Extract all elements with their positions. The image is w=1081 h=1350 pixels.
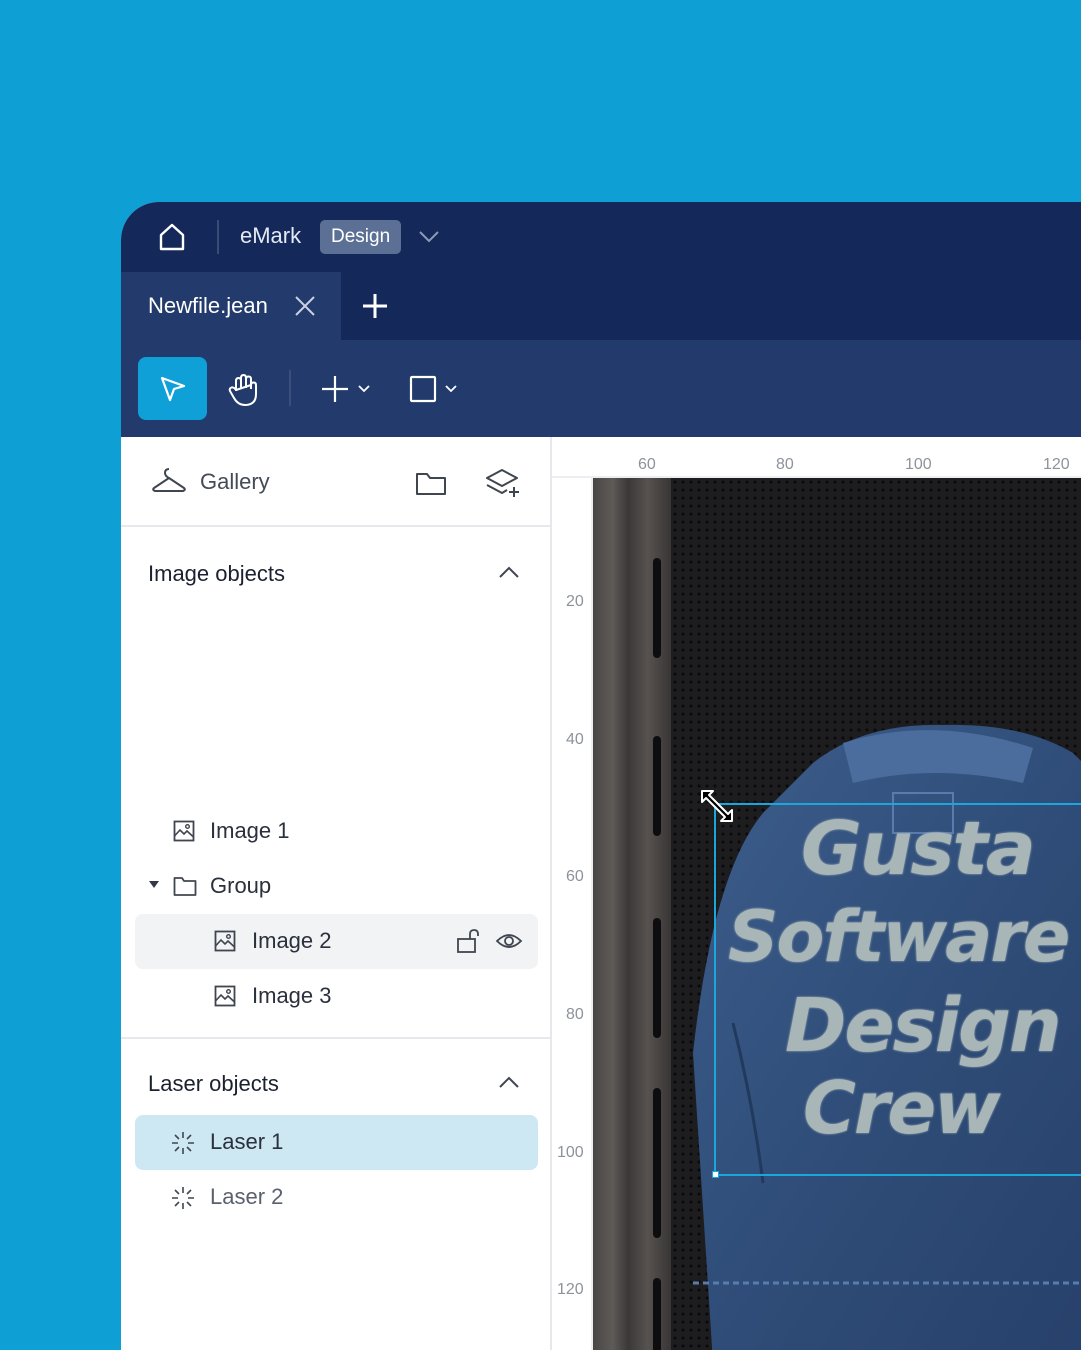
ruler-tick: 40 — [566, 731, 584, 748]
list-item-label: Laser 2 — [210, 1184, 284, 1209]
list-item-group[interactable]: Group — [135, 859, 538, 914]
folder-icon[interactable] — [415, 470, 447, 496]
ruler-tick: 120 — [557, 1281, 584, 1298]
select-tool-button[interactable] — [138, 357, 207, 420]
canvas-area[interactable]: 60 80 100 120 20 40 60 80 100 120 Gusta … — [552, 437, 1081, 1350]
ruler-tick: 80 — [776, 456, 794, 473]
ruler-vertical: 20 40 60 80 100 120 — [552, 478, 593, 1350]
eye-icon[interactable] — [495, 930, 523, 952]
door-slot — [653, 1088, 661, 1238]
ruler-tick: 80 — [566, 1006, 584, 1023]
laser-objects-title: Laser objects — [148, 1071, 279, 1096]
selection-box[interactable] — [712, 803, 1081, 1178]
list-item-laser-2[interactable]: Laser 2 — [135, 1170, 538, 1225]
rectangle-tool-icon[interactable] — [408, 373, 460, 405]
tab-newfile[interactable]: Newfile.jean — [121, 272, 341, 340]
close-icon[interactable] — [293, 294, 317, 318]
unlock-icon[interactable] — [456, 928, 482, 954]
folder-icon — [173, 877, 197, 896]
pointer-icon — [160, 376, 186, 402]
hanger-icon — [152, 468, 186, 492]
ruler-tick: 100 — [905, 456, 932, 473]
ruler-tick: 100 — [557, 1144, 584, 1161]
gallery-label[interactable]: Gallery — [200, 469, 270, 495]
artboard-photo[interactable]: Gusta Software Design Crew — [593, 478, 1081, 1350]
laser-icon — [172, 1187, 194, 1209]
list-item-label: Image 1 — [210, 818, 290, 843]
chevron-down-icon[interactable] — [417, 226, 441, 248]
gallery-header: Gallery — [121, 437, 550, 527]
resize-handle[interactable] — [712, 1171, 719, 1178]
new-tab-plus-icon[interactable] — [361, 292, 389, 320]
list-item-label: Image 2 — [252, 928, 332, 953]
home-icon[interactable] — [157, 222, 187, 252]
image-icon — [214, 985, 236, 1007]
list-item-label: Group — [210, 873, 272, 898]
mode-badge[interactable]: Design — [320, 220, 402, 254]
list-item-laser-1[interactable]: Laser 1 — [135, 1115, 538, 1170]
section-divider — [121, 1037, 550, 1039]
door-slot — [653, 736, 661, 836]
hand-icon[interactable] — [227, 373, 259, 407]
tab-label: Newfile.jean — [148, 293, 268, 318]
ruler-tick: 20 — [566, 593, 584, 610]
caret-down-icon[interactable] — [149, 881, 159, 888]
title-divider — [217, 220, 219, 254]
list-item-image-3[interactable]: Image 3 — [135, 969, 538, 1024]
title-bar: eMark Design — [121, 202, 1081, 272]
door-slot — [653, 1278, 661, 1350]
toolbar — [121, 340, 1081, 437]
door-slot — [653, 558, 661, 658]
door-slot — [653, 918, 661, 1038]
image-objects-title: Image objects — [148, 561, 285, 586]
layers-add-icon[interactable] — [485, 467, 521, 499]
image-icon — [173, 820, 195, 842]
add-tool-icon[interactable] — [319, 373, 371, 405]
list-item-label: Image 3 — [252, 983, 332, 1008]
laser-icon — [172, 1132, 194, 1154]
chevron-up-icon[interactable] — [497, 1073, 521, 1091]
toolbar-divider — [289, 370, 291, 406]
list-item-label: Laser 1 — [210, 1129, 284, 1154]
ruler-horizontal: 60 80 100 120 — [552, 437, 1081, 478]
layers-panel: Gallery Image objects Image 1 Group Imag… — [121, 437, 552, 1350]
chevron-up-icon[interactable] — [497, 563, 521, 581]
ruler-tick: 120 — [1043, 456, 1070, 473]
ruler-tick: 60 — [566, 868, 584, 885]
list-item-image-1[interactable]: Image 1 — [135, 804, 538, 859]
app-window: eMark Design Newfile.jean Gallery Image … — [121, 202, 1081, 1350]
list-item-image-2[interactable]: Image 2 — [135, 914, 538, 969]
app-name: eMark — [240, 223, 302, 248]
image-icon — [214, 930, 236, 952]
resize-diagonal-icon — [701, 790, 733, 822]
tab-bar: Newfile.jean — [121, 272, 1081, 340]
ruler-tick: 60 — [638, 456, 656, 473]
